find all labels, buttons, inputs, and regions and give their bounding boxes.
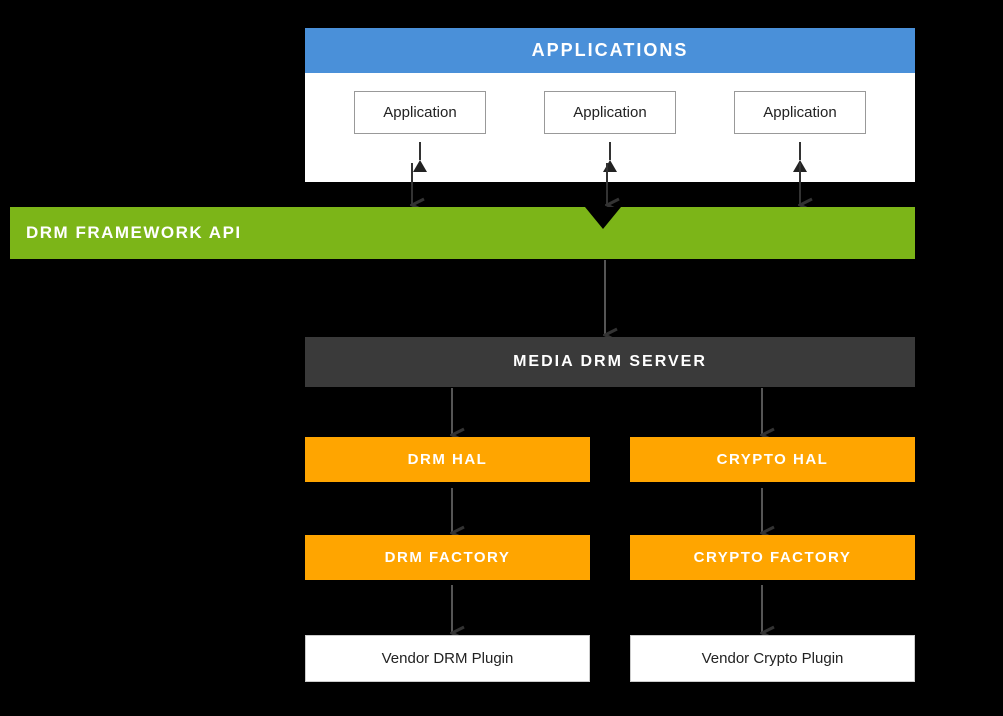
crypto-hal-box: CRYPTO HAL	[630, 437, 915, 482]
arrow-line-3	[799, 142, 801, 160]
applications-block: APPLICATIONS Application Application App…	[305, 28, 915, 182]
arrow-line-2	[609, 142, 611, 160]
apps-arrows-row	[305, 142, 915, 182]
diagram-container: APPLICATIONS Application Application App…	[0, 0, 1003, 716]
vendor-drm-box: Vendor DRM Plugin	[305, 635, 590, 682]
drm-framework-block: DRM FRAMEWORK API	[10, 207, 915, 259]
applications-body: Application Application Application	[305, 73, 915, 142]
drm-notch	[585, 207, 621, 229]
application-box-3: Application	[734, 91, 865, 134]
vendor-crypto-box: Vendor Crypto Plugin	[630, 635, 915, 682]
application-box-2: Application	[544, 91, 675, 134]
application-box-1: Application	[354, 91, 485, 134]
drm-framework-label: DRM FRAMEWORK API	[26, 223, 242, 243]
media-drm-block: MEDIA DRM SERVER	[305, 337, 915, 387]
vendor-row: Vendor DRM Plugin Vendor Crypto Plugin	[305, 635, 915, 682]
arrow-up-3	[793, 160, 807, 172]
factory-row: DRM FACTORY CRYPTO FACTORY	[305, 535, 915, 580]
hal-row: DRM HAL CRYPTO HAL	[305, 437, 915, 482]
drm-factory-box: DRM FACTORY	[305, 535, 590, 580]
app-arrow-1	[413, 142, 427, 172]
drm-hal-box: DRM HAL	[305, 437, 590, 482]
arrow-up-1	[413, 160, 427, 172]
arrow-line-1	[419, 142, 421, 160]
media-drm-label: MEDIA DRM SERVER	[513, 353, 707, 371]
applications-header: APPLICATIONS	[305, 28, 915, 73]
crypto-factory-box: CRYPTO FACTORY	[630, 535, 915, 580]
app-arrow-3	[793, 142, 807, 172]
app-arrow-2	[603, 142, 617, 172]
arrow-up-2	[603, 160, 617, 172]
